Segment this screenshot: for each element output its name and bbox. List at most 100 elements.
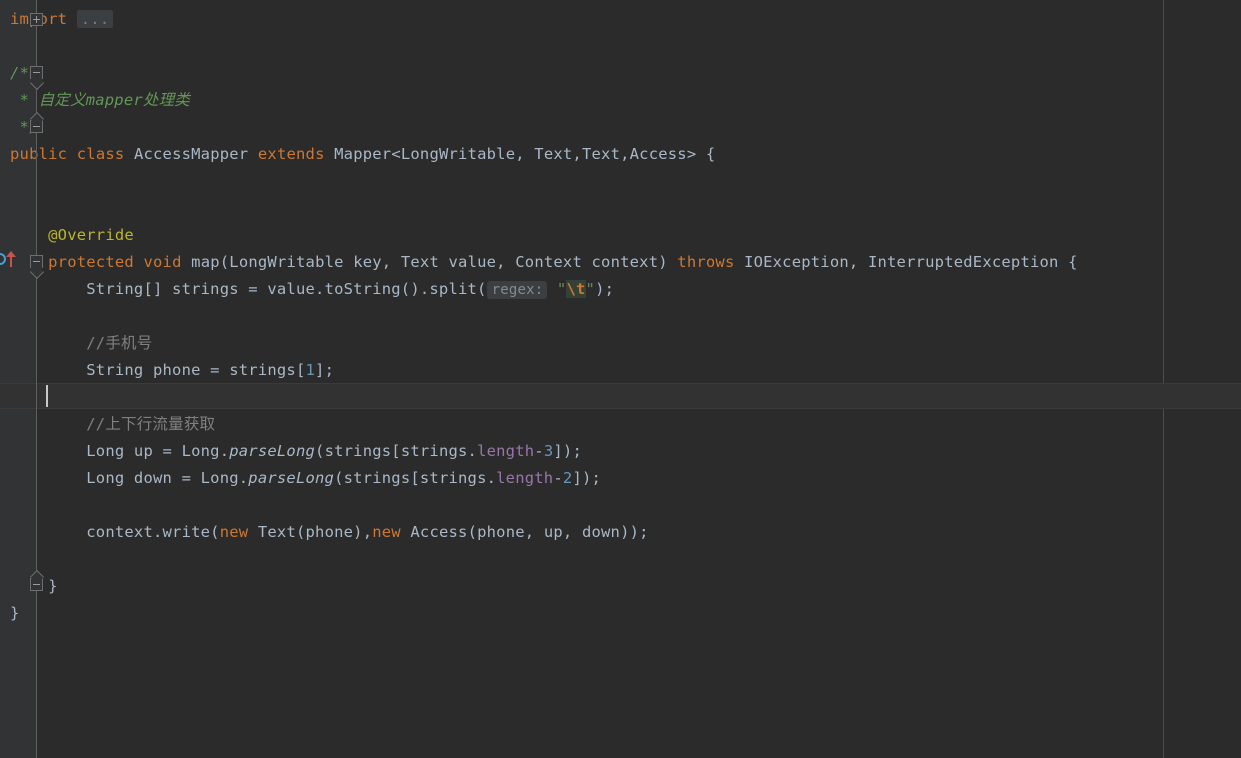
code-line-text: context.write(new Text(phone),new Access…	[0, 519, 649, 546]
code-token-type: -	[534, 442, 544, 460]
fold-collapsed-import[interactable]	[30, 13, 43, 26]
code-token-type: ]);	[553, 442, 582, 460]
code-line-text: Long up = Long.parseLong(strings[strings…	[0, 438, 582, 465]
code-token-num: 1	[305, 361, 316, 379]
code-line-text: }	[0, 600, 20, 627]
code-token-fold-ph: ...	[76, 10, 114, 28]
code-token-kw: class	[76, 145, 125, 163]
code-token-type: );	[595, 280, 615, 298]
code-token-kw: new	[372, 523, 401, 541]
code-token-punct	[67, 145, 77, 163]
code-line[interactable]: public class AccessMapper extends Mapper…	[0, 141, 715, 168]
code-line-text: import ...	[0, 6, 114, 33]
code-line[interactable]	[0, 33, 10, 60]
code-token-kw: protected	[48, 253, 134, 271]
code-line-text: protected void map(LongWritable key, Tex…	[0, 249, 1078, 276]
code-line[interactable]: String[] strings = value.toString().spli…	[0, 276, 614, 303]
fold-expanded-javadoc-end[interactable]	[29, 111, 44, 133]
code-line[interactable]: @Override	[0, 222, 134, 249]
code-line[interactable]: //手机号	[0, 330, 152, 357]
code-token-type: }	[10, 604, 20, 622]
code-line[interactable]: context.write(new Text(phone),new Access…	[0, 519, 649, 546]
fold-region-rail	[36, 26, 37, 66]
code-token-type: AccessMapper	[124, 145, 258, 163]
code-token-type: Long down = Long.	[10, 469, 249, 487]
code-line[interactable]	[0, 492, 10, 519]
code-line[interactable]: protected void map(LongWritable key, Tex…	[0, 249, 1078, 276]
code-line-text: * 自定义mapper处理类	[0, 87, 190, 114]
code-line[interactable]: Long down = Long.parseLong(strings[strin…	[0, 465, 601, 492]
text-caret	[46, 385, 48, 407]
code-line-text: public class AccessMapper extends Mapper…	[0, 141, 715, 168]
code-line[interactable]: String phone = strings[1];	[0, 357, 334, 384]
code-token-type: context.write(	[10, 523, 220, 541]
code-line-text: String phone = strings[1];	[0, 357, 334, 384]
code-token-type: Mapper<LongWritable, Text,Text,Access> {	[324, 145, 716, 163]
code-line-text: //手机号	[0, 330, 152, 357]
code-token-type: map	[181, 253, 220, 271]
fold-region-rail	[36, 0, 37, 13]
code-line[interactable]	[0, 546, 10, 573]
code-line[interactable]: }	[0, 600, 20, 627]
fold-tail-mask	[31, 77, 42, 80]
fold-region-rail	[36, 133, 37, 255]
fold-minus-icon	[33, 126, 40, 127]
code-token-kw: public	[10, 145, 68, 163]
code-line[interactable]	[0, 168, 10, 195]
fold-plus-icon	[36, 16, 37, 23]
code-line[interactable]: import ...	[0, 6, 114, 33]
code-token-kw: throws	[677, 253, 735, 271]
code-line-text: String[] strings = value.toString().spli…	[0, 276, 614, 304]
fold-expanded-method-end[interactable]	[29, 569, 44, 591]
current-line-highlight	[0, 383, 1241, 409]
code-token-type: ]);	[572, 469, 602, 487]
code-token-fld: length	[477, 442, 535, 460]
code-token-type: IOException, InterruptedException {	[734, 253, 1078, 271]
code-token-kw: extends	[257, 145, 325, 163]
code-line[interactable]: * 自定义mapper处理类	[0, 87, 190, 114]
code-token-num: 3	[543, 442, 554, 460]
fold-minus-icon	[33, 72, 40, 73]
code-token-escape: \t	[566, 280, 586, 298]
code-token-cmt: //手机号	[10, 334, 153, 352]
code-token-type: Access(phone, up, down));	[400, 523, 649, 541]
fold-minus-icon	[33, 584, 40, 585]
fold-head-mask	[31, 121, 42, 124]
code-token-anno: @Override	[10, 226, 134, 244]
code-token-punct	[67, 10, 77, 28]
code-token-kw: void	[143, 253, 182, 271]
override-arrow-head-icon	[6, 251, 16, 257]
overriding-method-icon[interactable]	[0, 251, 26, 269]
code-token-str_q: "	[585, 280, 596, 298]
code-token-fld: length	[496, 469, 554, 487]
fold-head-mask	[31, 579, 42, 582]
code-token-type: Long up = Long.	[10, 442, 230, 460]
code-token-type: (strings[strings.	[334, 469, 497, 487]
code-token-paramhint: regex:	[486, 281, 548, 299]
code-token-type: (LongWritable key, Text value, Context c…	[219, 253, 678, 271]
code-token-stat: parseLong	[248, 469, 335, 487]
fold-expanded-method[interactable]	[29, 255, 44, 280]
code-line-text: }	[0, 573, 58, 600]
hard-wrap-guide	[1163, 0, 1164, 758]
fold-tail-mask	[31, 266, 42, 269]
code-line[interactable]	[0, 384, 10, 411]
code-line[interactable]: Long up = Long.parseLong(strings[strings…	[0, 438, 582, 465]
code-line[interactable]	[0, 195, 10, 222]
code-token-type: String[] strings = value.toString().spli…	[10, 280, 487, 298]
fold-minus-icon	[33, 261, 40, 262]
fold-expanded-javadoc[interactable]	[29, 66, 44, 91]
code-token-num: 2	[562, 469, 573, 487]
code-token-type: String phone = strings[	[10, 361, 306, 379]
code-editor[interactable]: import .../** * 自定义mapper处理类 */public cl…	[0, 0, 1241, 758]
code-line[interactable]: //上下行流量获取	[0, 411, 215, 438]
code-token-type: Text(phone),	[248, 523, 373, 541]
code-line-text: Long down = Long.parseLong(strings[strin…	[0, 465, 601, 492]
code-line-text: @Override	[0, 222, 134, 249]
code-token-type: (strings[strings.	[315, 442, 478, 460]
code-token-punct	[547, 280, 557, 298]
fold-region-rail	[36, 591, 37, 758]
code-line[interactable]: }	[0, 573, 58, 600]
code-line[interactable]	[0, 303, 10, 330]
code-token-type: ];	[315, 361, 335, 379]
